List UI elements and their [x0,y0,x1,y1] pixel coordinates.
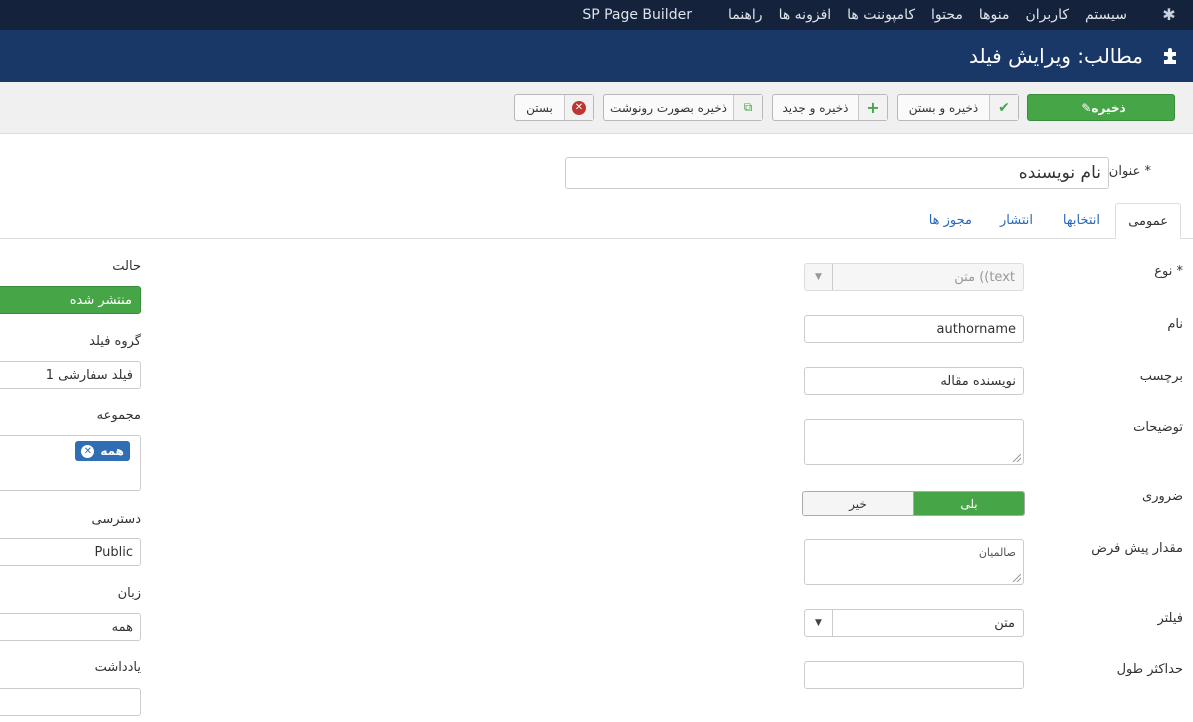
field-label-label: برچسب [1139,369,1183,384]
toolbar: ✎ ذخیره ✔ ذخیره و بستن + ذخیره و جدید ⧉ ذ… [0,82,1193,134]
menu-sp-page-builder[interactable]: SP Page Builder [574,0,720,30]
status-select[interactable]: منتشر شده [0,286,141,314]
category-chip-label: همه [100,444,124,458]
resize-handle-icon[interactable] [1013,454,1021,462]
chevron-down-icon: ▼ [805,610,833,636]
tab-options[interactable]: انتخابها [1051,203,1112,239]
field-group-select[interactable]: فیلد سفارشی 1 [0,361,141,389]
save-copy-label: ذخیره بصورت رونوشت [610,100,727,115]
close-button[interactable]: ✕ بستن [514,94,594,121]
field-group-label: گروه فیلد [89,334,141,349]
menu-menus[interactable]: منوها [971,0,1018,30]
main-menu: سیستم کاربران منوها محتوا کامپوننت ها اف… [574,0,1135,30]
edit-icon: ✎ [1081,100,1092,115]
required-no[interactable]: خیر [803,492,914,515]
filter-label: فیلتر [1157,611,1183,626]
default-value-textarea[interactable]: صالمیان [804,539,1024,585]
save-button[interactable]: ✎ ذخیره [1027,94,1175,121]
type-value: متن ((text [954,269,1015,285]
close-label: بستن [526,100,553,115]
access-select[interactable]: Public [0,538,141,566]
save-close-button[interactable]: ✔ ذخیره و بستن [897,94,1019,121]
category-chip: همه ✕ [75,441,130,461]
filter-value: متن [994,615,1015,631]
menu-help[interactable]: راهنما [720,0,771,30]
category-multiselect[interactable]: همه ✕ [0,435,141,491]
description-label: توضیحات [1133,420,1183,435]
title-input[interactable]: نام نویسنده [565,157,1109,189]
menu-system[interactable]: سیستم [1077,0,1135,30]
title-label: عنوان * [1108,164,1151,179]
field-label-input[interactable]: نویسنده مقاله [804,367,1024,395]
page-title: مطالب: ویرایش فیلد [969,44,1143,68]
status-label: حالت [112,259,141,274]
puzzle-icon [1159,44,1183,68]
language-select[interactable]: همه [0,613,141,641]
remove-icon[interactable]: ✕ [81,444,95,458]
required-toggle[interactable]: بلی خیر [802,491,1025,516]
chevron-down-icon: ▼ [805,264,833,290]
close-icon: ✕ [564,95,593,120]
note-label: یادداشت [94,660,141,675]
resize-handle-icon[interactable] [1013,574,1021,582]
max-length-label: حداکثر طول [1116,662,1183,677]
tab-publishing[interactable]: انتشار [988,203,1045,239]
save-new-button[interactable]: + ذخیره و جدید [772,94,888,121]
save-copy-button[interactable]: ⧉ ذخیره بصورت رونوشت [603,94,763,121]
tab-bar: عمومی انتخابها انتشار مجوز ها [0,203,1193,239]
note-input[interactable] [0,688,141,716]
type-select: ▼ متن ((text [804,263,1024,291]
default-value-value: صالمیان [978,546,1016,559]
filter-select[interactable]: ▼ متن [804,609,1024,637]
page-header: مطالب: ویرایش فیلد [0,30,1193,82]
tab-general[interactable]: عمومی [1115,203,1181,239]
default-value-label: مقدار پیش فرض [1091,541,1183,556]
access-label: دسترسی [91,512,141,527]
name-label: نام [1167,317,1183,332]
save-label: ذخیره [1091,100,1126,115]
menu-users[interactable]: کاربران [1018,0,1077,30]
language-label: زبان [117,586,141,601]
required-yes[interactable]: بلی [914,492,1024,515]
plus-icon: + [858,95,887,120]
save-new-label: ذخیره و جدید [782,100,849,115]
admin-menubar: ✱ سیستم کاربران منوها محتوا کامپوننت ها … [0,0,1193,30]
menu-extensions[interactable]: افزونه ها [771,0,840,30]
menu-content[interactable]: محتوا [923,0,971,30]
max-length-input[interactable] [804,661,1024,689]
name-input[interactable]: authorname [804,315,1024,343]
tab-permissions[interactable]: مجوز ها [917,203,984,239]
joomla-icon[interactable]: ✱ [1159,5,1179,25]
check-icon: ✔ [989,95,1018,120]
copy-icon: ⧉ [733,95,762,120]
menu-components[interactable]: کامپوننت ها [839,0,923,30]
save-close-label: ذخیره و بستن [908,100,979,115]
type-label: نوع * [1154,264,1183,279]
description-textarea[interactable] [804,419,1024,465]
category-label: مجموعه [96,408,141,423]
required-label: ضروری [1142,489,1183,504]
